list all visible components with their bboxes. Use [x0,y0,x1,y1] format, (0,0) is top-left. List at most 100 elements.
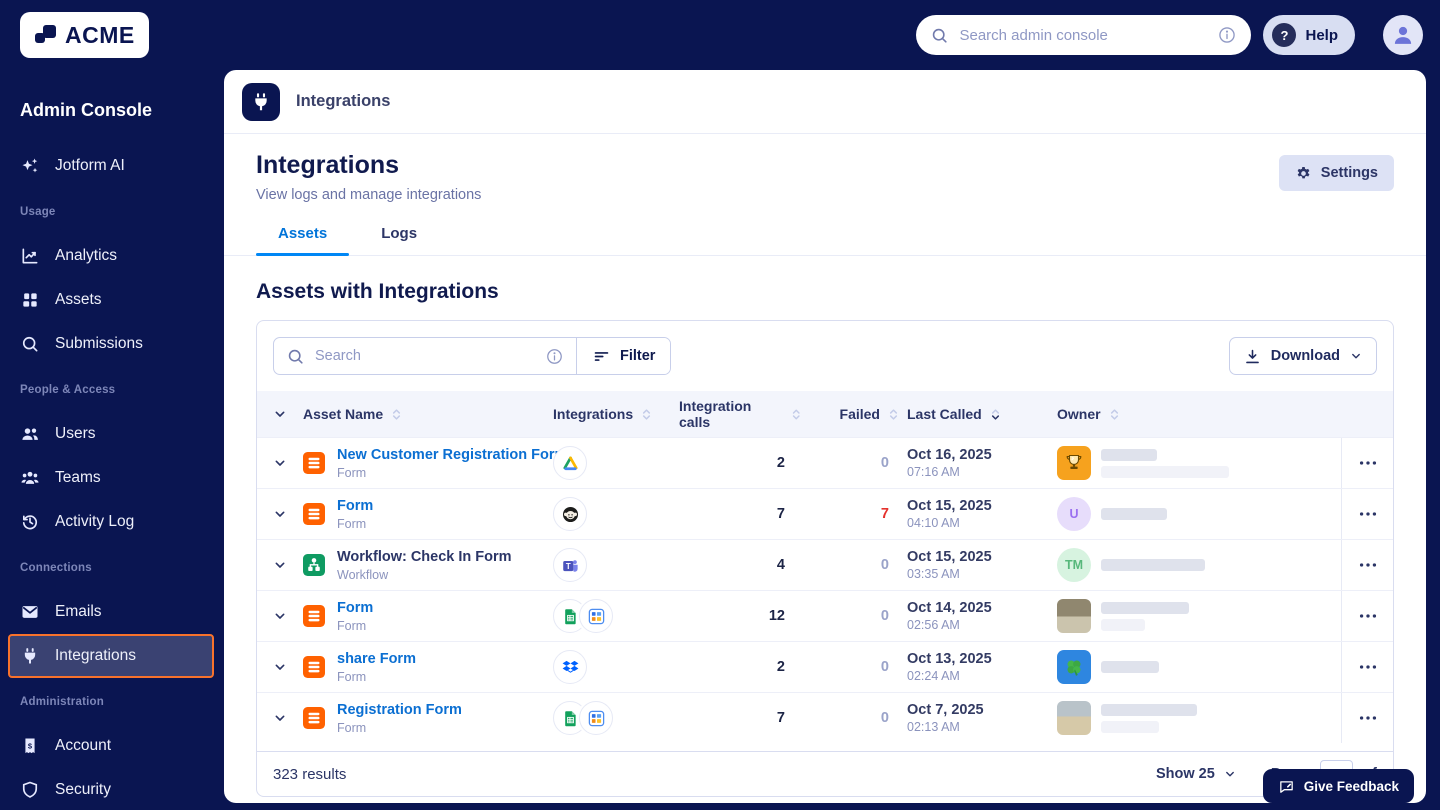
asset-type-label: Workflow [337,568,512,582]
teams-icon [20,468,40,488]
sort-icon[interactable] [886,407,901,422]
table-search[interactable] [274,338,576,374]
row-expand-icon[interactable] [272,608,288,624]
sidebar-item-analytics[interactable]: Analytics [8,234,214,278]
table-row: share FormForm20Oct 13, 202502:24 AM [257,641,1393,692]
form-asset-icon [303,605,325,627]
settings-button[interactable]: Settings [1279,155,1394,191]
sidebar-item-submissions[interactable]: Submissions [8,322,214,366]
asset-name-link[interactable]: share Form [337,651,416,667]
filter-button[interactable]: Filter [576,338,670,374]
asset-name-link[interactable]: Registration Form [337,702,462,718]
admin-search-input[interactable] [959,27,1207,44]
users-icon [20,424,40,444]
info-icon [1217,25,1237,45]
chevron-down-icon [1223,767,1237,781]
integration-calls-value: 7 [777,710,811,726]
asset-name-link[interactable]: Form [337,600,373,616]
row-expand-icon[interactable] [272,659,288,675]
asset-name-link[interactable]: Form [337,498,373,514]
sort-icon[interactable] [639,407,654,422]
table-search-input[interactable] [315,348,535,364]
row-actions-button[interactable] [1357,554,1379,576]
help-button[interactable]: ? Help [1263,15,1355,55]
person-icon [1390,22,1416,48]
tab-logs[interactable]: Logs [359,225,439,255]
gear-icon [1295,165,1312,182]
row-actions-button[interactable] [1357,605,1379,627]
acme-logo[interactable]: ACME [20,12,149,58]
integration-icons [553,446,679,480]
failed-value: 0 [881,455,907,471]
asset-name-link[interactable]: Workflow: Check In Form [337,549,512,565]
integration-icons [553,599,679,633]
sidebar-item-activity-log[interactable]: Activity Log [8,500,214,544]
sidebar-item-teams[interactable]: Teams [8,456,214,500]
acme-logo-icon [34,23,58,47]
chevron-down-icon [1349,349,1363,363]
mailchimp-icon [553,497,587,531]
tab-assets[interactable]: Assets [256,225,349,255]
row-expand-icon[interactable] [272,557,288,573]
redacted-owner-name [1101,508,1167,520]
form-asset-icon [303,452,325,474]
give-feedback-button[interactable]: Give Feedback [1263,769,1414,803]
table-row: FormForm77Oct 15, 202504:10 AMU [257,488,1393,539]
sidebar-item-emails[interactable]: Emails [8,590,214,634]
download-button[interactable]: Download [1229,337,1377,375]
tab-bar: Assets Logs [224,225,1426,256]
integration-calls-value: 7 [777,506,811,522]
filter-icon [592,347,611,366]
table-row: Workflow: Check In FormWorkflowT40Oct 15… [257,539,1393,590]
row-expand-icon[interactable] [272,506,288,522]
last-called-time: 02:24 AM [907,669,1057,683]
integrations-app-icon [242,83,280,121]
redacted-owner-name [1101,602,1189,631]
last-called-time: 04:10 AM [907,516,1057,530]
row-actions-button[interactable] [1357,452,1379,474]
sidebar-item-assets[interactable]: Assets [8,278,214,322]
app-title: Integrations [296,92,390,111]
assets-icon [20,290,40,310]
sort-icon[interactable] [1107,407,1122,422]
row-actions-button[interactable] [1357,656,1379,678]
expand-all-icon[interactable] [272,406,288,422]
asset-type-label: Form [337,670,416,684]
integration-calls-value: 2 [777,455,811,471]
sidebar-item-label: Security [55,781,111,799]
main-content: Integrations Integrations View logs and … [224,70,1426,803]
sidebar-section-administration: Administration [0,696,222,708]
svg-text:T: T [565,561,570,570]
form-asset-icon [303,656,325,678]
assets-table: Asset Name Integrations Integration call… [257,391,1393,796]
row-expand-icon[interactable] [272,710,288,726]
analytics-icon [20,246,40,266]
sidebar-item-security[interactable]: Security [8,768,214,810]
last-called-time: 03:35 AM [907,567,1057,581]
last-called-date: Oct 15, 2025 [907,549,1057,565]
failed-value: 0 [881,710,907,726]
page-size-select[interactable]: Show 25 [1156,766,1237,782]
asset-name-link[interactable]: New Customer Registration Form [337,447,567,463]
sort-icon-active[interactable] [988,407,1003,422]
sidebar-item-integrations[interactable]: Integrations [8,634,214,678]
failed-value: 7 [881,506,907,522]
row-actions-button[interactable] [1357,503,1379,525]
sort-icon[interactable] [389,407,404,422]
last-called-date: Oct 13, 2025 [907,651,1057,667]
ms-teams-icon: T [553,548,587,582]
feedback-icon [1278,778,1295,795]
row-expand-icon[interactable] [272,455,288,471]
user-avatar[interactable] [1383,15,1423,55]
sidebar-item-jotform-ai[interactable]: Jotform AI [8,144,214,188]
sidebar-item-label: Submissions [55,335,143,353]
sidebar-section-connections: Connections [0,562,222,574]
sidebar-item-account[interactable]: $Account [8,724,214,768]
admin-search-bar[interactable] [916,15,1251,55]
row-actions-button[interactable] [1357,707,1379,729]
asset-type-label: Form [337,619,373,633]
sort-icon[interactable] [789,407,803,422]
table-header-row: Asset Name Integrations Integration call… [257,391,1393,437]
assets-panel: Filter Download Asset Name Integrations … [256,320,1394,797]
sidebar-item-users[interactable]: Users [8,412,214,456]
